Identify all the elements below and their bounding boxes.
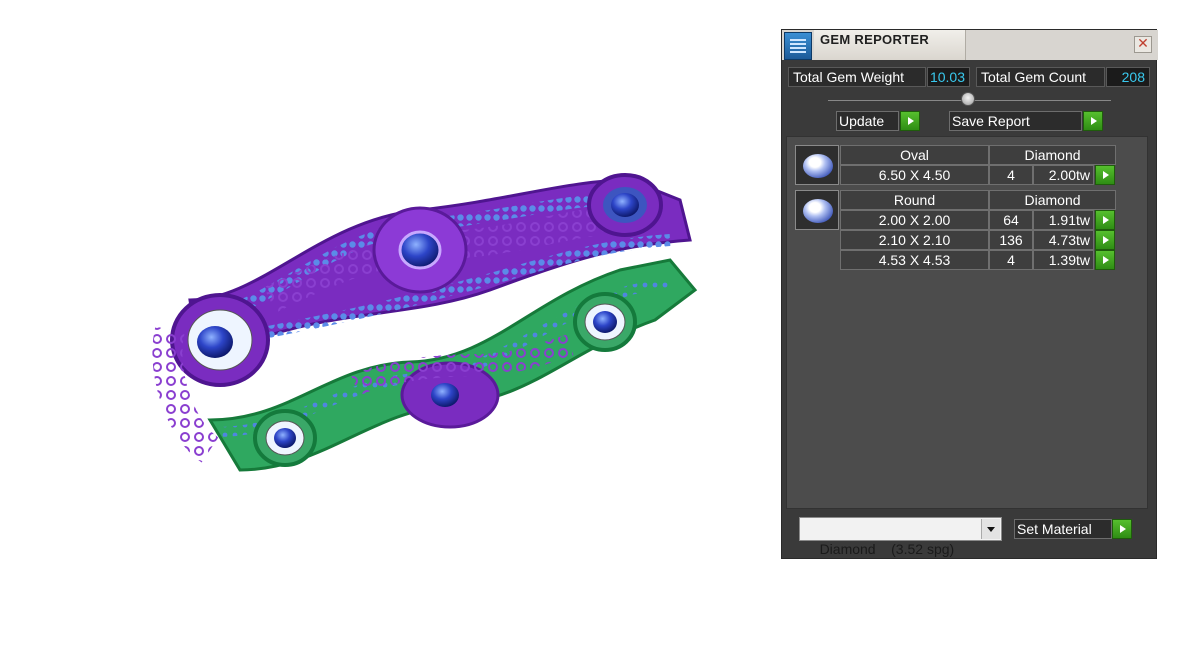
gem-count: 136 <box>989 230 1033 250</box>
material-dropdown[interactable]: Diamond (3.52 spg) <box>799 517 1002 557</box>
save-report-button[interactable] <box>1083 111 1103 131</box>
gem-count: 4 <box>989 165 1033 185</box>
gem-weight: 2.00tw <box>1033 165 1094 185</box>
gem-count: 64 <box>989 210 1033 230</box>
update-button-label[interactable]: Update <box>836 111 899 131</box>
set-material-button-label[interactable]: Set Material <box>1014 519 1112 539</box>
gem-row-select-button[interactable] <box>1095 210 1115 230</box>
panel-title: GEM REPORTER <box>820 32 930 47</box>
gem-row-select-button[interactable] <box>1095 250 1115 270</box>
group-material-header: Diamond <box>989 145 1116 165</box>
total-count-label: Total Gem Count <box>976 67 1105 87</box>
gem-size: 4.53 X 4.53 <box>840 250 989 270</box>
gem-count: 4 <box>989 250 1033 270</box>
render-viewport[interactable] <box>0 0 770 662</box>
save-report-button-label[interactable]: Save Report <box>949 111 1082 131</box>
update-button[interactable] <box>900 111 920 131</box>
group-material-header: Diamond <box>989 190 1116 210</box>
gem-size: 6.50 X 4.50 <box>840 165 989 185</box>
total-weight-label: Total Gem Weight <box>788 67 926 87</box>
oval-gem-shape <box>803 154 833 178</box>
group-shape-header: Round <box>840 190 989 210</box>
chevron-down-icon[interactable] <box>981 519 1000 539</box>
round-gem-icon <box>795 190 839 230</box>
slider-handle[interactable] <box>961 92 975 106</box>
gem-size: 2.10 X 2.10 <box>840 230 989 250</box>
title-tab: GEM REPORTER <box>814 30 966 60</box>
group-shape-header: Oval <box>840 145 989 165</box>
oval-gem-icon <box>795 145 839 185</box>
material-dropdown-value: Diamond (3.52 spg) <box>819 541 955 557</box>
close-icon[interactable]: ✕ <box>1134 36 1152 53</box>
gem-row-select-button[interactable] <box>1095 165 1115 185</box>
total-count-value: 208 <box>1106 67 1150 87</box>
gem-list: Oval Diamond 6.50 X 4.50 4 2.00tw Round … <box>786 136 1148 509</box>
panel-titlebar[interactable]: GEM REPORTER ✕ <box>782 30 1158 60</box>
total-weight-value: 10.03 <box>927 67 970 87</box>
bangle-render <box>152 173 698 472</box>
gem-weight: 1.91tw <box>1033 210 1094 230</box>
gem-weight: 4.73tw <box>1033 230 1094 250</box>
gem-row-select-button[interactable] <box>1095 230 1115 250</box>
gem-size: 2.00 X 2.00 <box>840 210 989 230</box>
gem-weight: 1.39tw <box>1033 250 1094 270</box>
round-gem-shape <box>803 199 833 223</box>
set-material-button[interactable] <box>1112 519 1132 539</box>
gem-reporter-panel: GEM REPORTER ✕ Total Gem Weight 10.03 To… <box>781 29 1158 559</box>
gem-reporter-logo-icon <box>784 32 812 60</box>
